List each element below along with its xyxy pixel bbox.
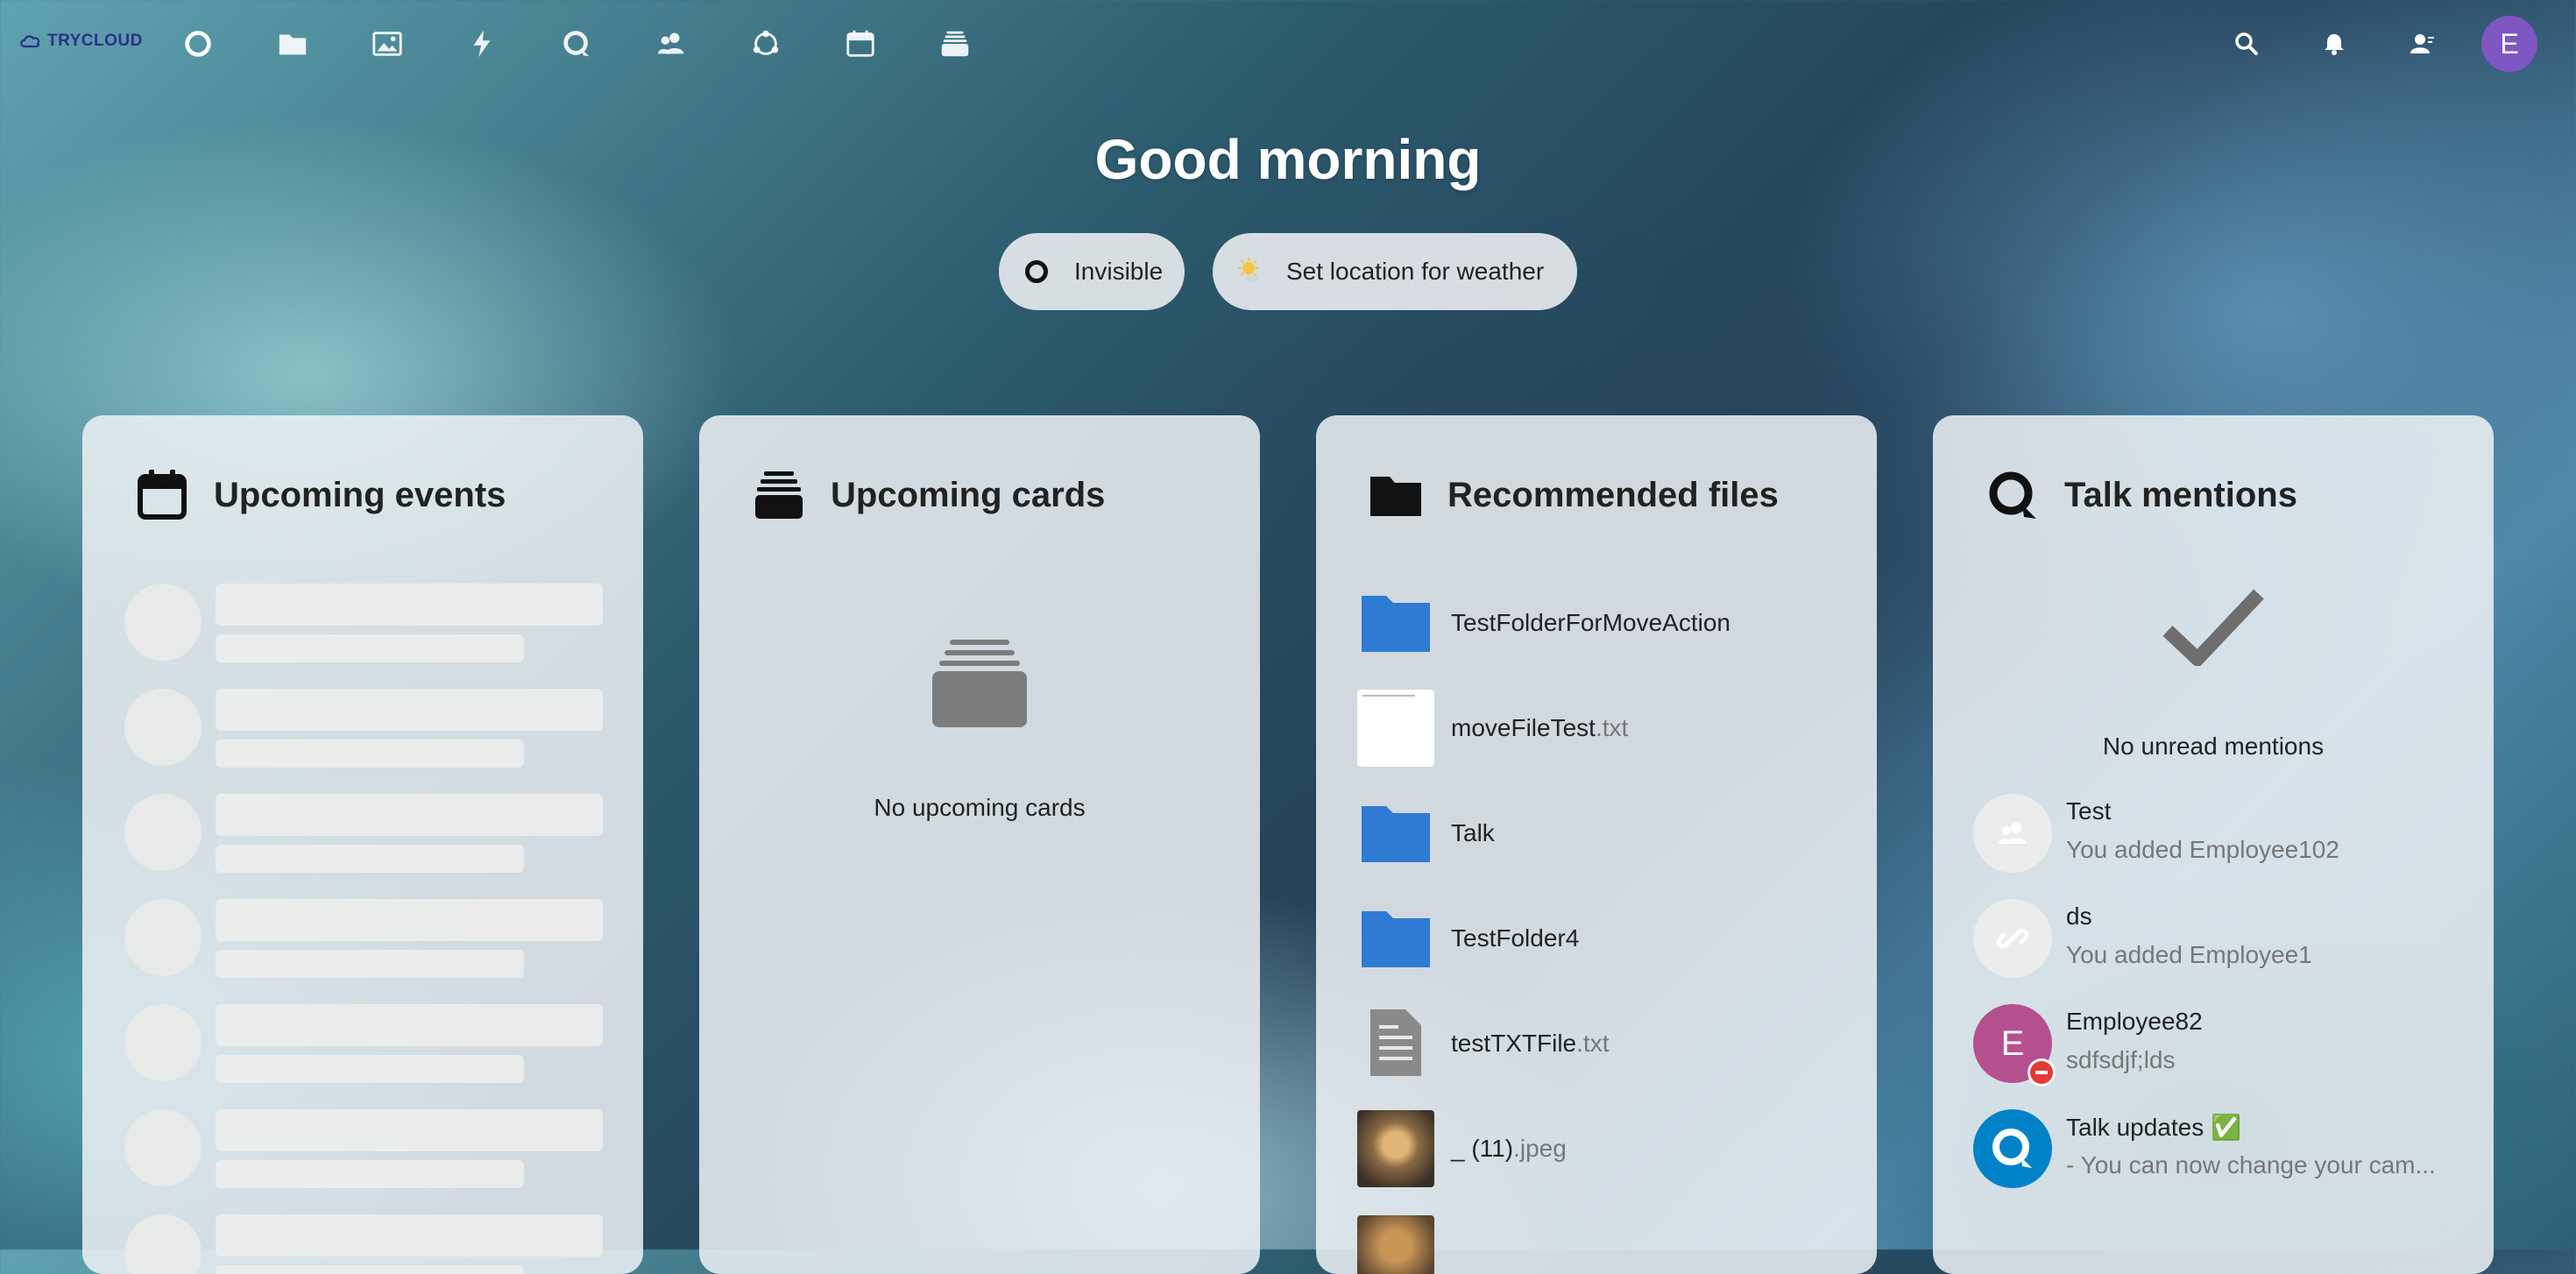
do-not-disturb-status-icon: [2028, 1058, 2056, 1086]
talk-updates-icon: [1973, 1109, 2052, 1188]
folder-icon: [1356, 584, 1435, 662]
talk-icon: [1989, 471, 2036, 519]
file-item[interactable]: _ (11).jpeg: [1356, 1109, 1856, 1188]
logo[interactable]: TRYCLOUD: [19, 32, 143, 51]
upcoming-cards-widget: Upcoming cards No upcoming cards: [699, 415, 1260, 1274]
cloud-logo-icon: [20, 35, 40, 48]
file-name: TestFolder4: [1451, 924, 1580, 952]
file-name: TestFolderForMoveAction: [1451, 609, 1731, 636]
conversation-title: Employee82: [2066, 1008, 2203, 1035]
file-item[interactable]: moveFileTest.txt: [1356, 689, 1856, 768]
conversation-title: ds: [2066, 902, 2092, 930]
image-thumbnail-icon: [1356, 1214, 1435, 1274]
conversation-title: Test: [2066, 797, 2112, 825]
conversation-item[interactable]: E Employee82 sdfsdjf;lds: [1973, 1004, 2473, 1086]
photos-icon[interactable]: [366, 23, 408, 65]
upcoming-events-widget: Upcoming events: [82, 415, 643, 1274]
widget-title: Upcoming cards: [831, 475, 1106, 514]
contacts-icon[interactable]: [650, 23, 692, 65]
link-icon: [1973, 899, 2052, 978]
conversation-last-message: You added Employee1: [2066, 941, 2312, 968]
invisible-status-icon: [1025, 260, 1048, 283]
greeting-title: Good morning: [1094, 128, 1482, 191]
notifications-bell-icon[interactable]: [2315, 25, 2353, 63]
checkmark-icon: [2162, 589, 2264, 666]
file-extension: .txt: [1595, 714, 1629, 741]
conversation-last-message: You added Employee102: [2066, 836, 2339, 863]
user-avatar[interactable]: E: [2481, 16, 2537, 72]
folder-icon: [1356, 899, 1435, 978]
loading-skeleton-row: [124, 1109, 606, 1197]
widget-title: Upcoming events: [214, 475, 506, 514]
recommended-files-widget: Recommended files TestFolderForMoveActio…: [1316, 415, 1877, 1274]
loading-skeleton-row: [124, 1004, 606, 1092]
talk-mentions-widget: Talk mentions No unread mentions Test Yo…: [1933, 415, 2494, 1274]
widget-title: Talk mentions: [2064, 475, 2297, 514]
widget-title: Recommended files: [1447, 475, 1779, 514]
conversation-item[interactable]: Test You added Employee102: [1973, 794, 2473, 873]
file-item[interactable]: TestFolder4: [1356, 899, 1856, 978]
conversation-last-message: sdfsdjf;lds: [2066, 1046, 2176, 1073]
group-conversation-icon: [1973, 794, 2052, 873]
loading-skeleton-row: [124, 899, 606, 987]
image-thumbnail-icon: [1356, 1109, 1435, 1188]
empty-state-text: No upcoming cards: [874, 794, 1086, 821]
conversation-item[interactable]: Talk updates ✅ - You can now change your…: [1973, 1109, 2473, 1188]
file-item[interactable]: Talk: [1356, 794, 1856, 873]
document-icon: [1356, 1004, 1435, 1083]
deck-icon: [755, 471, 803, 519]
calendar-icon[interactable]: [839, 23, 881, 65]
widget-header: Upcoming events: [135, 468, 506, 522]
deck-icon[interactable]: [934, 23, 976, 65]
weather-button[interactable]: Set location for weather: [1213, 233, 1577, 310]
widget-header: Recommended files: [1369, 468, 1779, 522]
file-name: _ (11): [1451, 1135, 1514, 1162]
user-status-button[interactable]: Invisible: [999, 233, 1185, 310]
conversation-item[interactable]: ds You added Employee1: [1973, 899, 2473, 978]
file-item-partial[interactable]: [1356, 1214, 1856, 1274]
activity-icon[interactable]: [461, 23, 503, 65]
folder-icon: [1370, 477, 1421, 516]
logo-text: TRYCLOUD: [47, 32, 143, 50]
widget-header: Talk mentions: [1985, 468, 2297, 522]
loading-skeleton-row: [124, 794, 606, 881]
files-icon[interactable]: [272, 23, 314, 65]
text-file-thumbnail-icon: [1356, 689, 1435, 768]
file-extension: .txt: [1576, 1030, 1610, 1057]
file-item[interactable]: testTXTFile.txt: [1356, 1004, 1856, 1083]
user-status-label: Invisible: [1074, 258, 1164, 285]
loading-skeleton-row: [124, 584, 606, 671]
widget-header: Upcoming cards: [752, 468, 1105, 522]
dashboard-icon[interactable]: [177, 23, 219, 65]
deck-empty-icon: [932, 640, 1027, 727]
circles-icon[interactable]: [745, 23, 787, 65]
weather-label: Set location for weather: [1286, 258, 1545, 285]
calendar-icon: [138, 470, 187, 520]
contacts-menu-icon[interactable]: [2403, 25, 2441, 63]
loading-skeleton-row: [124, 1214, 606, 1274]
conversation-title: Talk updates ✅: [2066, 1114, 2241, 1141]
file-extension: .jpeg: [1513, 1135, 1567, 1162]
file-item[interactable]: TestFolderForMoveAction: [1356, 584, 1856, 662]
file-name: Talk: [1451, 819, 1495, 846]
file-name: testTXTFile: [1451, 1030, 1577, 1057]
empty-state-text: No unread mentions: [2102, 733, 2325, 760]
conversation-last-message: - You can now change your cam...: [2066, 1151, 2436, 1178]
top-header: TRYCLOUD E: [0, 0, 2576, 88]
folder-icon: [1356, 794, 1435, 873]
file-name: moveFileTest: [1451, 714, 1596, 741]
loading-skeleton-row: [124, 689, 606, 776]
search-icon[interactable]: [2227, 25, 2266, 63]
weather-sun-cloud-icon: [1235, 256, 1267, 287]
talk-icon[interactable]: [556, 23, 598, 65]
